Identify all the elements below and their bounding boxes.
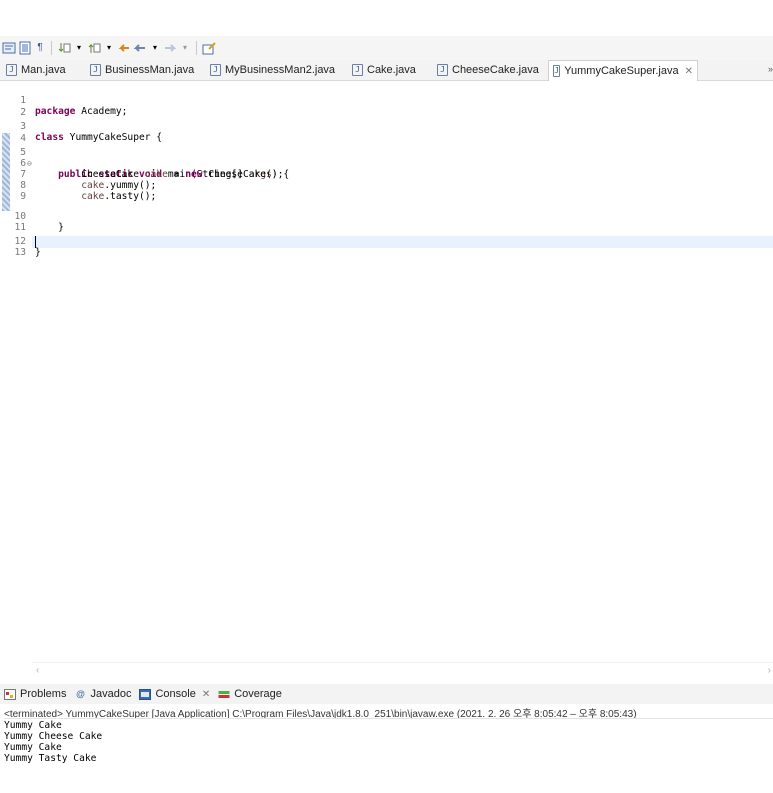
editor-tab-bar: J Man.java J BusinessMan.java J MyBusine… [0,60,773,81]
code-line: 6 CheeseCake cake = new CheeseCake(); [0,147,773,180]
close-icon[interactable]: ✕ [685,66,693,77]
tab-label: Man.java [21,64,66,76]
tab-label: CheeseCake.java [452,64,539,76]
java-file-icon: J [437,64,448,76]
toggle-block-selection-icon[interactable] [18,40,32,56]
code-line: 2 [0,96,773,118]
code-line: 10 } [0,200,773,233]
previous-annotation-icon[interactable] [87,40,101,56]
java-file-icon: J [553,65,561,77]
code-line: 4 [0,122,773,144]
code-line: 5 ⊖ public static void main(String[] arg… [0,136,773,180]
bottom-panel-tab-bar: Problems @ Javadoc Console ✕ Coverage [0,684,773,704]
java-file-icon: J [6,64,17,76]
tab-label: Problems [20,688,67,700]
code-line: 13 [0,236,773,258]
code-line: 3 class YummyCakeSuper { [0,110,773,143]
toolbar-separator [196,41,197,55]
coverage-icon [218,689,230,700]
tab-label: Console [155,688,196,700]
tab-overflow-icon[interactable]: » [768,64,773,74]
problems-icon [4,688,16,700]
window-top-area [0,0,773,36]
code-text: } [35,247,41,258]
tab-mybusinessman2-java[interactable]: J MyBusinessMan2.java [206,60,339,80]
tab-cheesecake-java[interactable]: J CheeseCake.java [433,60,543,80]
tab-yummycakesuper-java[interactable]: J YummyCakeSuper.java ✕ [548,60,698,81]
scroll-right-icon[interactable]: › [768,665,771,676]
tab-man-java[interactable]: J Man.java [2,60,70,80]
show-whitespace-icon[interactable]: ¶ [34,40,46,56]
horizontal-scrollbar[interactable]: ‹ › [32,662,773,679]
tab-label: Javadoc [90,688,132,700]
chevron-down-icon[interactable]: ▾ [103,40,115,56]
console-output-line: Yummy Cake [4,720,62,731]
code-line: 9 [0,180,773,202]
scroll-left-icon[interactable]: ‹ [36,665,39,676]
console-output-line: Yummy Cheese Cake [4,731,103,742]
console-output-line: Yummy Cake [4,742,62,753]
code-editor[interactable]: 1 package Academy; 2 3 class YummyCakeSu… [0,81,773,679]
line-number: 13 [14,247,26,258]
tab-label: Cake.java [367,64,416,76]
back-icon[interactable] [133,40,147,56]
tab-coverage[interactable]: Coverage [218,688,282,700]
tab-console[interactable]: Console ✕ [139,688,210,700]
java-file-icon: J [90,64,101,76]
toggle-mark-occurrences-icon[interactable] [2,40,16,56]
code-line: 11 [0,211,773,233]
console-output[interactable]: Yummy Cake Yummy Cheese Cake Yummy Cake … [4,720,773,793]
tab-label: BusinessMan.java [105,64,195,76]
toolbar: ¶ ▾ ▾ ▾ ▾ [0,36,773,60]
code-line: 12 } [0,225,773,258]
next-annotation-icon[interactable] [57,40,71,56]
new-task-icon[interactable] [202,40,216,56]
close-icon[interactable]: ✕ [202,689,210,700]
last-edit-location-icon[interactable] [117,40,131,56]
chevron-down-icon[interactable]: ▾ [73,40,85,56]
tab-javadoc[interactable]: @ Javadoc [74,688,131,700]
tab-label: YummyCakeSuper.java [564,65,679,77]
text-caret [35,236,36,248]
console-description: <terminated> YummyCakeSuper [Java Applic… [4,705,773,719]
javadoc-icon: @ [76,689,85,699]
console-icon [139,688,152,700]
tab-label: MyBusinessMan2.java [225,64,336,76]
code-line: 8 cake.tasty(); [0,169,773,202]
tab-businessman-java[interactable]: J BusinessMan.java [86,60,198,80]
console-output-line: Yummy Tasty Cake [4,753,97,764]
java-file-icon: J [352,64,363,76]
tab-label: Coverage [234,688,282,700]
chevron-down-icon[interactable]: ▾ [149,40,161,56]
code-line: 7 cake.yummy(); [0,158,773,191]
tab-cake-java[interactable]: J Cake.java [348,60,420,80]
chevron-down-icon[interactable]: ▾ [179,40,191,56]
code-line: 1 package Academy; [0,84,773,117]
tab-problems[interactable]: Problems [4,688,66,700]
java-file-icon: J [210,64,221,76]
toolbar-separator [51,41,52,55]
forward-icon[interactable] [163,40,177,56]
